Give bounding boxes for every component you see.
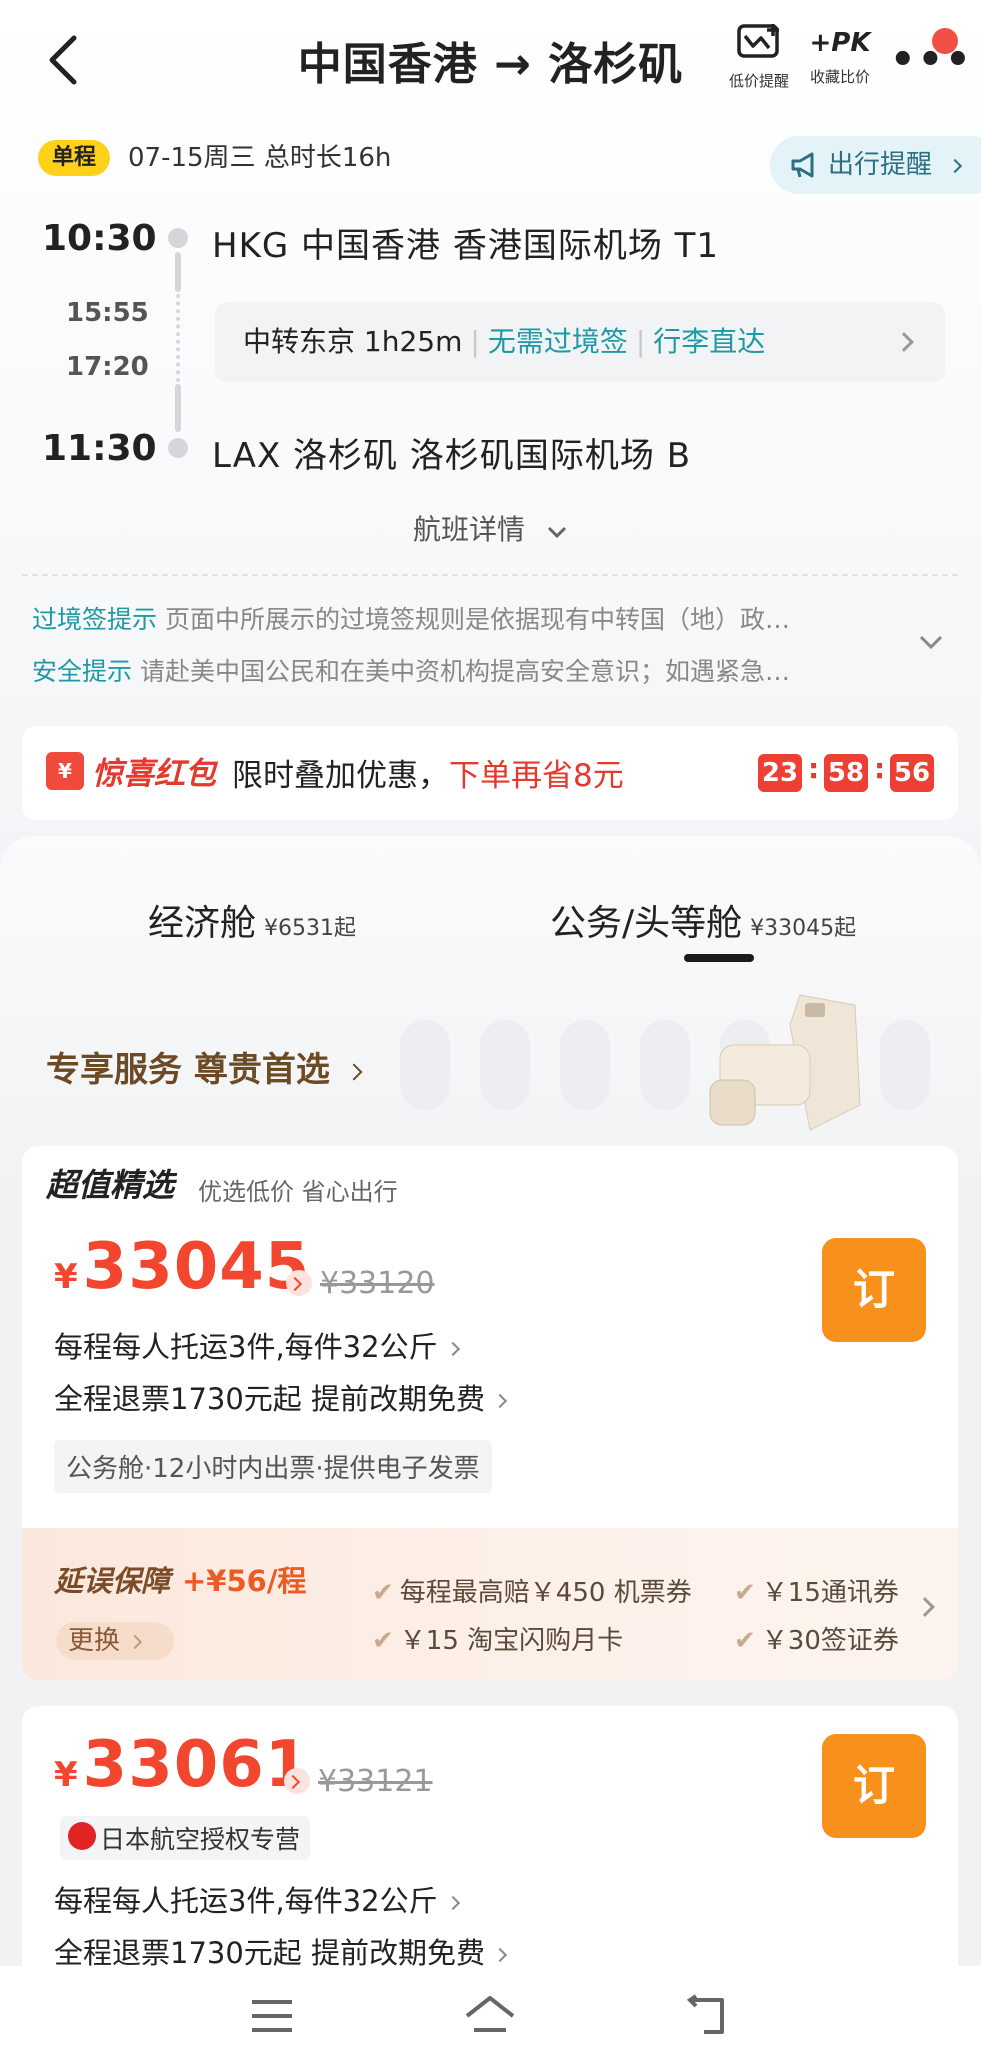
baggage-policy[interactable]: 每程每人托运3件,每件32公斤 bbox=[54, 1878, 460, 1920]
tip-key: 过境签提示 bbox=[32, 605, 158, 634]
travel-reminder-label: 出行提醒 bbox=[828, 150, 933, 180]
swap-insurance-button[interactable]: 更换 bbox=[56, 1622, 174, 1660]
chevron-right-icon bbox=[915, 1597, 935, 1617]
business-seat-image bbox=[709, 994, 861, 1131]
transfer-info[interactable]: 中转东京 1h25m | 无需过境签 | 行李直达 bbox=[215, 302, 945, 382]
tab-economy[interactable]: 经济舱 ¥6531起 bbox=[148, 894, 356, 946]
original-price: ¥33120 bbox=[320, 1266, 435, 1301]
chevron-right-icon bbox=[345, 1063, 363, 1080]
timeline-dot bbox=[168, 438, 188, 458]
tab-economy-price: ¥6531起 bbox=[264, 916, 357, 941]
tip-text: 请赴美中国公民和在美中资机构提高安全意识；如遇紧急… bbox=[140, 657, 791, 686]
tip-key: 安全提示 bbox=[32, 657, 133, 686]
baggage-policy[interactable]: 每程每人托运3件,每件32公斤 bbox=[54, 1324, 460, 1366]
best-value-badge: 超值精选 bbox=[46, 1166, 175, 1204]
badge-subtitle: 优选低价 省心出行 bbox=[198, 1178, 398, 1206]
service-banner-label: 专享服务 尊贵首选 bbox=[46, 1050, 330, 1090]
chevron-right-icon bbox=[894, 332, 914, 352]
countdown-minutes: 58 bbox=[824, 754, 868, 792]
arrive-time: 11:30 bbox=[42, 428, 157, 469]
refund-policy[interactable]: 全程退票1730元起 提前改期免费 bbox=[54, 1376, 508, 1418]
book-button[interactable]: 订 bbox=[822, 1734, 926, 1838]
delay-benefit: ✔ 每程最高赔￥450 机票券 bbox=[372, 1578, 692, 1608]
transfer-text: 中转东京 1h25m bbox=[243, 325, 463, 358]
red-packet-icon: ¥ bbox=[46, 752, 84, 790]
chevron-down-icon bbox=[547, 526, 567, 539]
timeline-dotted bbox=[176, 294, 180, 382]
transit-visa-tip[interactable]: 过境签提示 页面中所展示的过境签规则是依据现有中转国（地）政… bbox=[32, 600, 790, 636]
depart-time: 10:30 bbox=[42, 218, 157, 259]
more-menu-icon[interactable]: ••• bbox=[890, 40, 973, 80]
countdown-colon: : bbox=[808, 752, 820, 785]
flight-details-label: 航班详情 bbox=[413, 513, 526, 546]
delay-benefit: ✔ ￥15通讯券 bbox=[734, 1578, 899, 1608]
tab-business-label: 公务/头等舱 bbox=[550, 903, 743, 944]
home-icon[interactable] bbox=[464, 1994, 516, 2036]
baggage-through-text: 行李直达 bbox=[653, 325, 766, 358]
arrive-airport: LAX 洛杉矶 洛杉矶国际机场 B bbox=[212, 436, 692, 476]
depart-airport: HKG 中国香港 香港国际机场 T1 bbox=[212, 226, 720, 266]
promo-highlight: 下单再省8元 bbox=[449, 758, 624, 794]
countdown-colon: : bbox=[874, 752, 886, 785]
tab-economy-label: 经济舱 bbox=[148, 903, 257, 944]
system-nav-bar bbox=[0, 1966, 981, 2071]
no-visa-text: 无需过境签 bbox=[487, 325, 628, 358]
timeline-line bbox=[175, 384, 181, 432]
divider bbox=[22, 574, 958, 576]
back-nav-icon[interactable] bbox=[686, 1994, 728, 2038]
low-price-label: 低价提醒 bbox=[728, 72, 789, 90]
offer-tags: 公务舱·12小时内出票·提供电子发票 bbox=[54, 1440, 492, 1493]
promo-text: 限时叠加优惠，下单再省8元 bbox=[232, 758, 624, 794]
trip-type-badge: 单程 bbox=[38, 140, 110, 176]
airline-tag: 日本航空授权专营 bbox=[60, 1816, 311, 1860]
travel-reminder-button[interactable]: 出行提醒 bbox=[770, 136, 981, 194]
notification-dot bbox=[932, 28, 958, 54]
countdown-hours: 23 bbox=[758, 754, 802, 792]
menu-icon[interactable] bbox=[250, 1998, 294, 2034]
offer-price: ¥33061 bbox=[54, 1728, 311, 1802]
tip-text: 页面中所展示的过境签规则是依据现有中转国（地）政… bbox=[165, 605, 791, 634]
timeline-dot bbox=[168, 228, 188, 248]
red-packet-promo[interactable]: ¥ 惊喜红包 限时叠加优惠，下单再省8元 23 : 58 : 56 bbox=[22, 726, 958, 820]
countdown-seconds: 56 bbox=[890, 754, 934, 792]
transfer-depart-time: 17:20 bbox=[66, 352, 149, 382]
low-price-alert-button[interactable]: 低价提醒 bbox=[726, 22, 792, 91]
megaphone-icon bbox=[791, 152, 814, 178]
pk-compare-button[interactable]: +PK 收藏比价 bbox=[804, 22, 876, 87]
book-button[interactable]: 订 bbox=[822, 1238, 926, 1342]
price-detail-icon[interactable] bbox=[286, 1270, 312, 1296]
pk-label: +PK bbox=[809, 28, 871, 58]
promo-name: 惊喜红包 bbox=[92, 756, 216, 792]
price-chart-icon bbox=[737, 24, 779, 58]
delay-benefit: ✔ ￥15 淘宝闪购月卡 bbox=[372, 1626, 624, 1656]
premium-service-banner[interactable]: 专享服务 尊贵首选 bbox=[46, 1042, 363, 1091]
airline-logo-icon bbox=[68, 1822, 96, 1850]
timeline-line bbox=[175, 252, 181, 292]
trip-date-duration: 07-15周三 总时长16h bbox=[128, 143, 392, 173]
offer-price: ¥33045 bbox=[54, 1230, 311, 1304]
delay-title: 延误保障 bbox=[54, 1564, 171, 1598]
active-tab-indicator bbox=[684, 954, 754, 962]
chevron-right-icon bbox=[948, 158, 963, 173]
tab-business-first[interactable]: 公务/头等舱 ¥33045起 bbox=[550, 894, 856, 946]
compare-label: 收藏比价 bbox=[809, 68, 870, 86]
flight-details-toggle[interactable]: 航班详情 bbox=[0, 508, 981, 548]
safety-tip[interactable]: 安全提示 请赴美中国公民和在美中资机构提高安全意识；如遇紧急… bbox=[32, 652, 790, 688]
price-detail-icon[interactable] bbox=[284, 1768, 310, 1794]
tab-business-price: ¥33045起 bbox=[750, 916, 857, 941]
delay-benefit: ✔ ￥30签证券 bbox=[734, 1626, 899, 1656]
header-background bbox=[0, 0, 981, 830]
expand-tips-icon[interactable] bbox=[918, 634, 944, 650]
delay-insurance[interactable]: 延误保障 +¥56/程 更换 ✔ 每程最高赔￥450 机票券 ✔ ￥15通讯券 ✔ ￥… bbox=[22, 1528, 958, 1680]
transfer-arrive-time: 15:55 bbox=[66, 298, 149, 328]
original-price: ¥33121 bbox=[318, 1764, 433, 1799]
delay-price: +¥56/程 bbox=[182, 1564, 307, 1598]
